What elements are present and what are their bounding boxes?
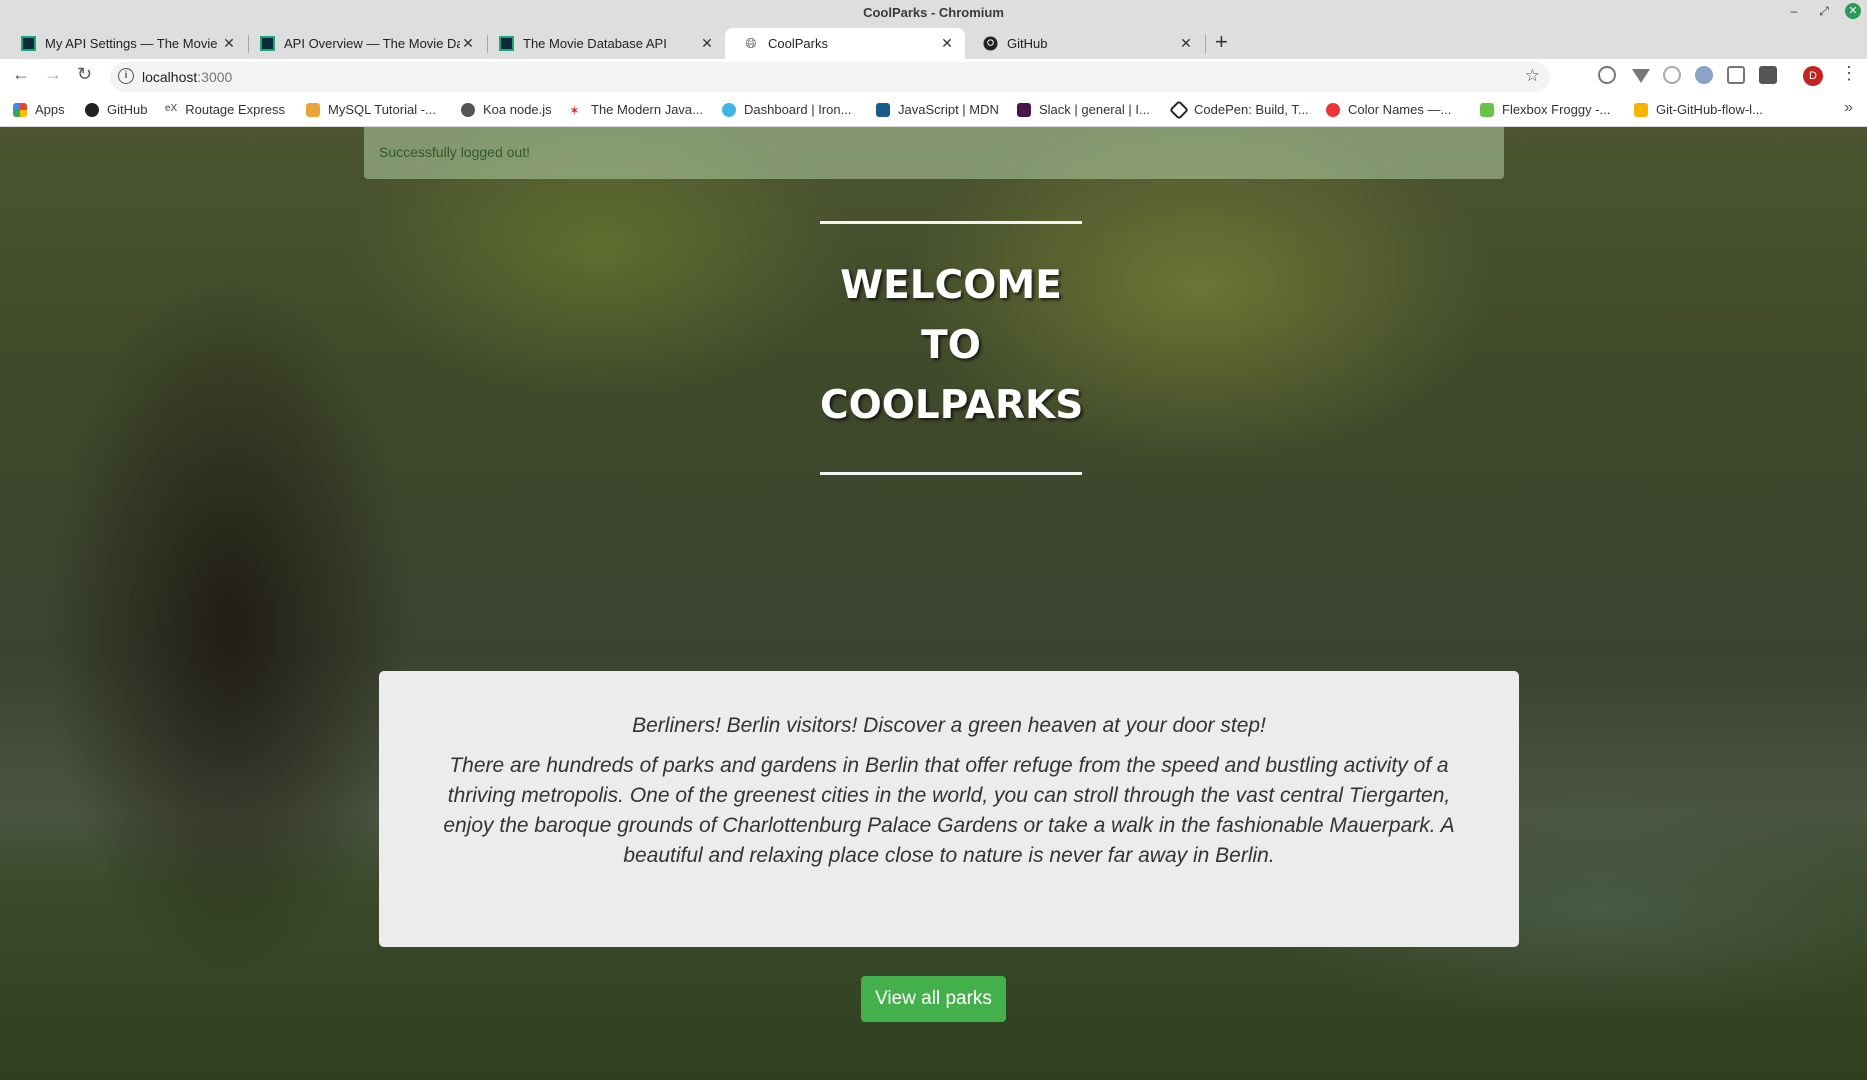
page-hero: Successfully logged out! WELCOME TO COOL…: [0, 127, 1867, 1080]
restore-icon[interactable]: ⤢: [1815, 4, 1833, 19]
extension-sync-icon[interactable]: [1695, 66, 1713, 84]
tab-label: API Overview — The Movie Database: [284, 36, 460, 51]
tab-github[interactable]: GitHub ✕: [964, 28, 1204, 59]
extension-shield-icon[interactable]: [1632, 69, 1650, 83]
close-tab-icon[interactable]: ✕: [460, 35, 476, 52]
back-arrow-icon[interactable]: ←: [12, 64, 30, 85]
close-tab-icon[interactable]: ✕: [939, 35, 955, 52]
tab-movie-database-api[interactable]: The Movie Database API ✕: [480, 28, 725, 59]
new-tab-button[interactable]: +: [1215, 29, 1228, 55]
slides-icon: [1634, 102, 1648, 117]
globe-icon: 🌐︎: [745, 35, 757, 51]
extension-box-icon[interactable]: [1759, 66, 1777, 84]
github-icon: [85, 102, 99, 117]
page-title: WELCOME TO COOLPARKS: [820, 263, 1084, 428]
profile-avatar[interactable]: D: [1803, 66, 1823, 86]
tab-coolparks[interactable]: 🌐︎ CoolParks ✕: [725, 28, 965, 59]
bookmark-codepen[interactable]: CodePen: Build, T...: [1169, 99, 1309, 120]
bookmark-modern-java[interactable]: ✶ The Modern Java...: [569, 102, 703, 118]
extension-pocket-icon[interactable]: [1727, 66, 1745, 84]
intro-lead: Berliners! Berlin visitors! Discover a g…: [632, 714, 1266, 737]
close-window-icon[interactable]: ✕: [1845, 3, 1861, 19]
address-bar[interactable]: i localhost:3000 ☆: [110, 62, 1550, 92]
tmdb-favicon-icon: [498, 36, 514, 52]
window-titlebar: CoolParks - Chromium – ⤢ ✕: [0, 0, 1867, 25]
tab-separator: [1205, 35, 1206, 53]
bookmark-star-icon[interactable]: ☆: [1525, 66, 1540, 86]
bookmark-flexbox-froggy[interactable]: Flexbox Froggy -...: [1480, 102, 1610, 117]
close-tab-icon[interactable]: ✕: [221, 35, 237, 52]
browser-toolbar: ← → ↻ i localhost:3000 ☆: [0, 59, 1867, 95]
codepen-icon: [1169, 99, 1189, 120]
close-tab-icon[interactable]: ✕: [1178, 35, 1194, 52]
bookmark-mysql[interactable]: MySQL Tutorial -...: [306, 102, 436, 117]
flash-message: Successfully logged out!: [364, 127, 1504, 179]
close-tab-icon[interactable]: ✕: [699, 35, 715, 52]
tab-label: GitHub: [1007, 36, 1048, 51]
frog-icon: [1480, 102, 1494, 117]
view-all-parks-button[interactable]: View all parks: [861, 976, 1006, 1022]
window-controls: – ⤢ ✕: [1785, 3, 1861, 19]
tab-api-overview[interactable]: API Overview — The Movie Database ✕: [241, 28, 486, 59]
tab-label: The Movie Database API: [523, 36, 667, 51]
apps-grid-icon: [13, 102, 27, 117]
bookmark-color-names[interactable]: Color Names —...: [1326, 102, 1451, 117]
color-circle-icon: [1326, 102, 1340, 117]
slack-icon: [1017, 102, 1031, 117]
extension-clock-icon[interactable]: [1598, 66, 1616, 84]
tab-label: CoolParks: [768, 36, 828, 51]
runner-icon: ✶: [569, 102, 583, 118]
reload-icon[interactable]: ↻: [77, 64, 92, 85]
tmdb-favicon-icon: [259, 36, 275, 52]
window-title: CoolParks - Chromium: [863, 5, 1004, 20]
tab-my-api-settings[interactable]: My API Settings — The Movie Database ✕: [2, 28, 247, 59]
github-icon: [982, 36, 998, 52]
bookmark-mdn[interactable]: JavaScript | MDN: [876, 102, 999, 117]
welcome-bottom-rule: [820, 472, 1082, 475]
extension-user-icon[interactable]: [1663, 66, 1681, 84]
express-icon: eX: [165, 102, 178, 117]
bookmark-dashboard[interactable]: Dashboard | Iron...: [722, 102, 851, 117]
tab-strip: My API Settings — The Movie Database ✕ A…: [0, 25, 1867, 59]
bookmark-apps[interactable]: Apps: [13, 102, 65, 117]
welcome-top-rule: [820, 221, 1082, 224]
minimize-icon[interactable]: –: [1785, 4, 1803, 18]
forward-arrow-icon[interactable]: →: [44, 64, 62, 85]
bookmark-routage-express[interactable]: eX Routage Express: [165, 102, 285, 117]
bookmark-github[interactable]: GitHub: [85, 102, 147, 117]
url-text[interactable]: localhost:3000: [142, 69, 232, 85]
globe-icon: [461, 102, 475, 117]
intro-body: There are hundreds of parks and gardens …: [443, 754, 1455, 867]
mdn-icon: [876, 102, 890, 117]
more-bookmarks-icon[interactable]: »: [1844, 99, 1853, 117]
ironhack-icon: [722, 102, 736, 117]
tmdb-favicon-icon: [20, 36, 36, 52]
bookmarks-bar: Apps GitHub eX Routage Express MySQL Tut…: [0, 95, 1867, 127]
menu-dots-icon[interactable]: ⋮: [1840, 63, 1858, 84]
intro-card: Berliners! Berlin visitors! Discover a g…: [379, 671, 1519, 947]
bookmark-koa[interactable]: Koa node.js: [461, 102, 552, 117]
site-info-icon[interactable]: i: [118, 68, 134, 84]
tab-label: My API Settings — The Movie Database: [45, 36, 221, 51]
w3schools-icon: [306, 102, 320, 117]
bookmark-slack[interactable]: Slack | general | I...: [1017, 102, 1150, 117]
welcome-block: WELCOME TO COOLPARKS: [820, 221, 1084, 475]
bookmark-git-flow[interactable]: Git-GitHub-flow-l...: [1634, 102, 1763, 117]
flash-text: Successfully logged out!: [379, 144, 530, 160]
